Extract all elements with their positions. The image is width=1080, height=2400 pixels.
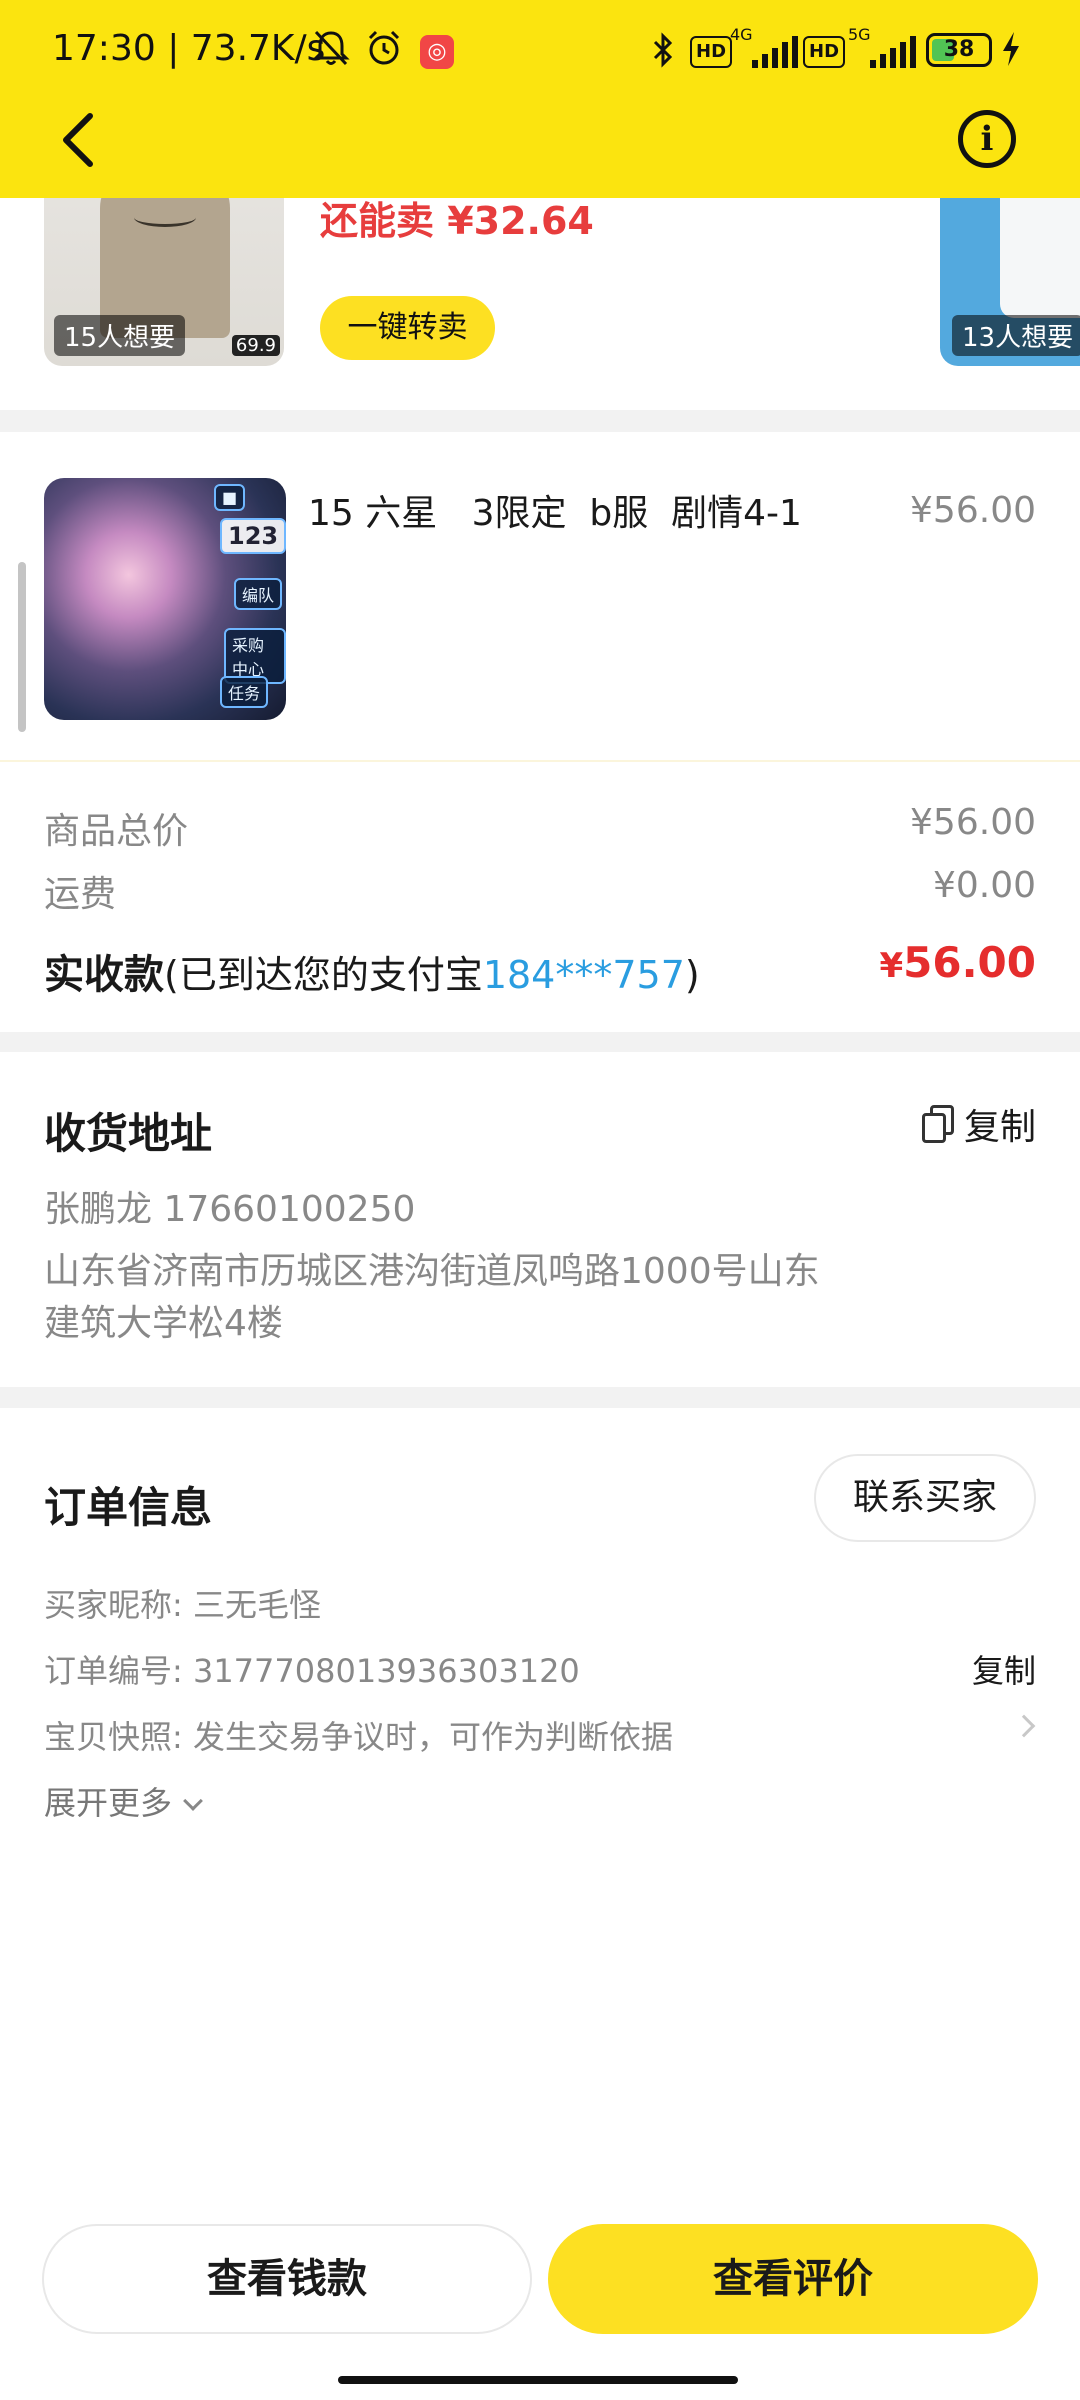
thumb-chip: ■ <box>214 484 246 511</box>
address-line-2: 建筑大学松4楼 <box>44 1303 283 1344</box>
mute-bell-icon <box>312 28 350 68</box>
order-info-title: 订单信息 <box>44 1483 213 1532</box>
snapshot-text: 宝贝快照: 发生交易争议时，可作为判断依据 <box>44 1718 673 1756</box>
copy-address-button[interactable]: 复制 <box>921 1098 1036 1150</box>
bluetooth-icon <box>650 30 676 70</box>
shipping-label: 运费 <box>44 874 117 915</box>
hd-badge: HD <box>690 36 733 68</box>
copy-address-label: 复制 <box>963 1107 1036 1148</box>
bottom-action-bar: 查看钱款 查看评价 <box>0 2208 1080 2400</box>
buyer-nickname-row: 买家昵称: 三无毛怪 <box>44 1580 1036 1624</box>
received-row: 实收款(已到达您的支付宝184***757) <box>44 942 700 1000</box>
view-money-button[interactable]: 查看钱款 <box>42 2224 532 2334</box>
goods-total-value: ¥56.00 <box>910 802 1036 843</box>
shipping-row: 运费 ¥0.00 <box>44 865 1036 915</box>
rec-item-jar[interactable]: 13人想要 <box>940 198 1080 366</box>
product-price: ¥56.00 <box>910 490 1036 531</box>
expand-more-button[interactable]: 展开更多 <box>44 1778 203 1824</box>
signal-5g-icon <box>870 36 916 68</box>
product-title: 15 六星 3限定 b服 剧情4-1 <box>308 493 802 534</box>
recommendation-strip: 15人想要 69.9 还能卖 ¥32.64 一键转卖 13人想要 <box>0 198 1080 410</box>
info-button[interactable]: i <box>958 110 1016 168</box>
product-card[interactable]: ■ 123 编队 采购中心 任务 15 六星 3限定 b服 剧情4-1 ¥56.… <box>0 432 1080 762</box>
alarm-icon <box>364 28 404 68</box>
address-line-1: 山东省济南市历城区港沟街道凤鸣路1000号山东 <box>44 1251 820 1292</box>
rec-item-hoodie[interactable]: 15人想要 69.9 <box>44 198 284 366</box>
alipay-account: 184***757 <box>482 953 685 997</box>
price-summary: 商品总价 ¥56.00 运费 ¥0.00 实收款(已到达您的支付宝184***7… <box>0 762 1080 1032</box>
jar-image <box>1000 198 1080 318</box>
order-info-section: 订单信息 联系买家 买家昵称: 三无毛怪 订单编号: 3177708013936… <box>0 1408 1080 2208</box>
thumb-label: 编队 <box>234 578 283 610</box>
product-thumbnail[interactable]: ■ 123 编队 采购中心 任务 <box>44 478 286 720</box>
snapshot-row[interactable]: 宝贝快照: 发生交易争议时，可作为判断依据 <box>44 1712 1036 1756</box>
order-detail-page: 17:30 | 73.7K/s ◎ HD 4G HD 5G 38 i 15人想要… <box>0 0 1080 2400</box>
top-bar: 17:30 | 73.7K/s ◎ HD 4G HD 5G 38 i <box>0 0 1080 198</box>
network-4g-label: 4G <box>730 25 753 44</box>
chevron-down-icon <box>183 1791 203 1811</box>
chevron-right-icon <box>1012 1714 1036 1738</box>
charging-icon <box>1000 30 1022 70</box>
contact-buyer-button[interactable]: 联系买家 <box>814 1454 1036 1542</box>
view-review-button[interactable]: 查看评价 <box>548 2224 1038 2334</box>
want-count-tag: 15人想要 <box>54 315 186 356</box>
scroll-indicator <box>18 562 26 732</box>
shipping-value: ¥0.00 <box>932 865 1036 906</box>
received-amount: ¥56.00 <box>879 938 1036 987</box>
goods-total-label: 商品总价 <box>44 811 189 852</box>
netease-music-icon: ◎ <box>420 35 454 69</box>
recipient-name-phone: 张鹏龙 17660100250 <box>44 1189 416 1230</box>
received-note-suffix: ) <box>684 953 700 997</box>
status-bar: 17:30 | 73.7K/s ◎ HD 4G HD 5G 38 <box>0 0 1080 104</box>
shipping-address-section: 收货地址 复制 张鹏龙 17660100250 山东省济南市历城区港沟街道凤鸣路… <box>0 1052 1080 1387</box>
one-click-resell-button[interactable]: 一键转卖 <box>320 296 495 360</box>
chevron-left-icon <box>63 113 93 167</box>
network-5g-label: 5G <box>848 25 871 44</box>
thumb-badge: 123 <box>220 518 286 554</box>
address-title: 收货地址 <box>44 1109 213 1158</box>
info-icon: i <box>980 119 994 159</box>
home-indicator[interactable] <box>338 2376 738 2384</box>
received-note-prefix: (已到达您的支付宝 <box>164 953 483 997</box>
resell-price: 还能卖 ¥32.64 <box>320 199 594 243</box>
status-time: 17:30 | 73.7K/s <box>52 28 326 69</box>
battery-icon: 38 <box>926 33 992 67</box>
hd-badge-2: HD <box>803 36 846 68</box>
expand-more-label: 展开更多 <box>44 1784 173 1822</box>
received-label: 实收款 <box>44 952 164 998</box>
order-number-row: 订单编号: 3177708013936303120 复制 <box>44 1646 1036 1690</box>
goods-total-row: 商品总价 ¥56.00 <box>44 802 1036 852</box>
signal-4g-icon <box>752 36 798 68</box>
copy-order-number-button[interactable]: 复制 <box>972 1646 1036 1692</box>
back-button[interactable] <box>52 108 112 172</box>
copy-icon <box>921 1105 954 1143</box>
thumb-label: 任务 <box>220 676 269 708</box>
price-overlay: 69.9 <box>231 335 280 356</box>
want-count-tag: 13人想要 <box>952 315 1080 356</box>
order-number: 订单编号: 3177708013936303120 <box>44 1652 580 1690</box>
buyer-nickname: 买家昵称: 三无毛怪 <box>44 1586 321 1624</box>
